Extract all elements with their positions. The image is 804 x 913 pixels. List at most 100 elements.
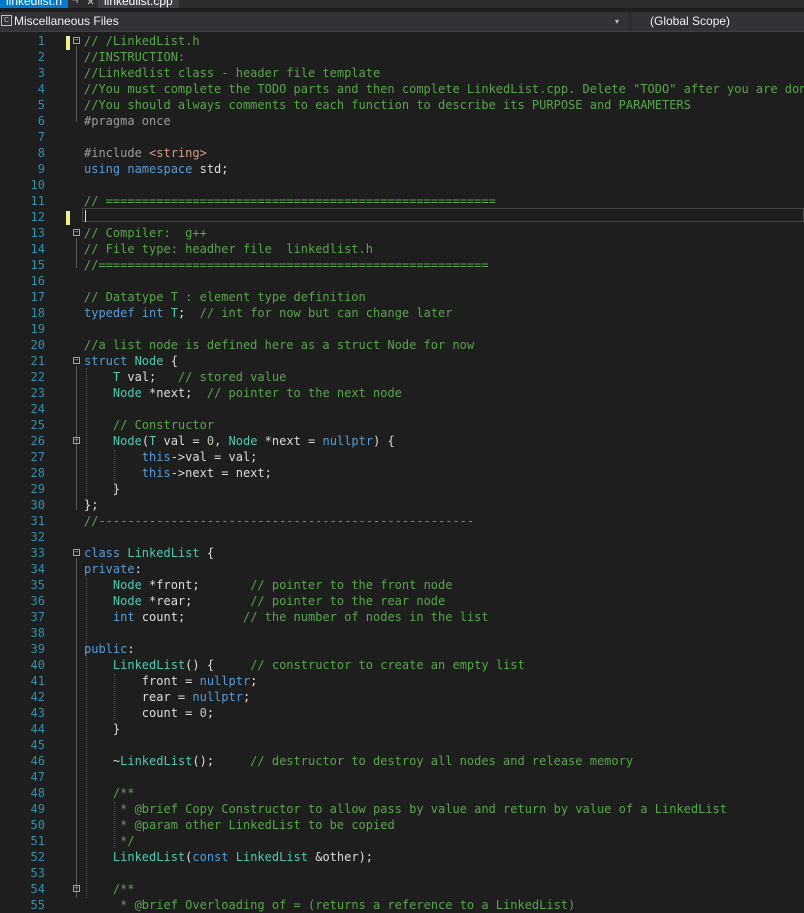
code-line[interactable]: 14 // File type: headher file linkedlist.…: [0, 241, 804, 257]
code-token: #pragma once: [84, 114, 171, 128]
code-line[interactable]: 36 Node *rear; // pointer to the rear no…: [0, 593, 804, 609]
code-line[interactable]: 16: [0, 273, 804, 289]
code-line[interactable]: 37 int count; // the number of nodes in …: [0, 609, 804, 625]
code-line[interactable]: 46 ~LinkedList(); // destructor to destr…: [0, 753, 804, 769]
code-line[interactable]: 20 //a list node is defined here as a str…: [0, 337, 804, 353]
code-line[interactable]: 7: [0, 129, 804, 145]
code-line[interactable]: 1 −// /LinkedList.h: [0, 33, 804, 49]
code-line[interactable]: 31 //------------------------------------…: [0, 513, 804, 529]
code-line[interactable]: 47: [0, 769, 804, 785]
code-line[interactable]: 19: [0, 321, 804, 337]
code-line[interactable]: 2 //INSTRUCTION:: [0, 49, 804, 65]
code-token: *next;: [141, 386, 207, 400]
line-number: 15: [30, 258, 45, 272]
code-token: // pointer to the front node: [250, 578, 453, 592]
code-line[interactable]: 8 #include <string>: [0, 145, 804, 161]
code-line[interactable]: 29 }: [0, 481, 804, 497]
code-line[interactable]: 24: [0, 401, 804, 417]
tab-linkedlist-cpp[interactable]: linkedlist.cpp: [98, 0, 179, 8]
code-line[interactable]: 6 #pragma once: [0, 113, 804, 129]
code-text: this->val = val;: [84, 449, 258, 465]
project-dropdown[interactable]: C Miscellaneous Files ▾: [0, 12, 628, 31]
code-line[interactable]: 55 * @brief Overloading of = (returns a …: [0, 897, 804, 913]
code-token: ;: [250, 674, 258, 688]
code-token: this: [141, 450, 171, 464]
code-token: LinkedList: [112, 850, 186, 864]
code-text: // Constructor: [84, 417, 214, 433]
code-line[interactable]: 38: [0, 625, 804, 641]
code-token: // pointer to the rear node: [250, 594, 446, 608]
code-line[interactable]: 32: [0, 529, 804, 545]
code-line[interactable]: 30};: [0, 497, 804, 513]
code-line[interactable]: 34 private:: [0, 561, 804, 577]
pin-icon[interactable]: ⊣: [72, 0, 78, 6]
tab-linkedlist-h[interactable]: linkedlist.h: [0, 0, 69, 8]
code-token: //INSTRUCTION:: [84, 50, 186, 64]
code-line[interactable]: 22 T val; // stored value: [0, 369, 804, 385]
code-line[interactable]: 11 // ===================================…: [0, 193, 804, 209]
code-line[interactable]: 50 * @param other LinkedList to be copie…: [0, 817, 804, 833]
code-line[interactable]: 27 this->val = val;: [0, 449, 804, 465]
code-text: front = nullptr;: [84, 673, 258, 689]
code-token: Node: [134, 354, 164, 368]
collapse-icon[interactable]: −: [73, 229, 80, 236]
code-token: LinkedList: [235, 850, 308, 864]
collapse-icon[interactable]: −: [73, 37, 80, 44]
code-token: T: [170, 306, 178, 320]
code-line[interactable]: 51 */: [0, 833, 804, 849]
code-line[interactable]: 43 count = 0;: [0, 705, 804, 721]
collapse-icon[interactable]: −: [73, 357, 80, 364]
collapse-icon[interactable]: −: [73, 549, 80, 556]
scope-dropdown[interactable]: (Global Scope): [632, 12, 804, 31]
code-line[interactable]: 45: [0, 737, 804, 753]
code-line[interactable]: 18 typedef int T; // int for now but can …: [0, 305, 804, 321]
code-text: // Compiler: g++: [84, 225, 207, 241]
code-line[interactable]: 33 − class LinkedList {: [0, 545, 804, 561]
line-number: 28: [30, 466, 45, 480]
code-line[interactable]: 23 Node *next; // pointer to the next no…: [0, 385, 804, 401]
code-line[interactable]: 25 // Constructor: [0, 417, 804, 433]
code-line[interactable]: 35 Node *front; // pointer to the front …: [0, 577, 804, 593]
code-line[interactable]: 3 //Linkedlist class - header file templa…: [0, 65, 804, 81]
line-number: 12: [30, 210, 45, 224]
collapse-icon[interactable]: −: [73, 437, 80, 444]
code-line[interactable]: 44 }: [0, 721, 804, 737]
code-line[interactable]: 28 this->next = next;: [0, 465, 804, 481]
code-line[interactable]: 39 public:: [0, 641, 804, 657]
collapse-icon[interactable]: −: [73, 885, 80, 892]
code-text: /**: [84, 881, 135, 897]
chevron-down-icon[interactable]: ▾: [615, 12, 619, 31]
code-line[interactable]: 4 //You must complete the TODO parts and …: [0, 81, 804, 97]
code-line[interactable]: 26 − Node(T val = 0, Node *next = nullptr…: [0, 433, 804, 449]
code-token: //You should always comments to each fun…: [84, 98, 691, 112]
code-text: //Linkedlist class - header file templat…: [84, 65, 380, 81]
code-token: // Constructor: [112, 418, 215, 432]
code-line[interactable]: 54 − /**: [0, 881, 804, 897]
code-line[interactable]: 10: [0, 177, 804, 193]
code-line[interactable]: 53: [0, 865, 804, 881]
line-number: 5: [37, 98, 45, 112]
code-line[interactable]: 40 LinkedList() { // constructor to crea…: [0, 657, 804, 673]
code-line[interactable]: 17 // Datatype T : element type definitio…: [0, 289, 804, 305]
code-line[interactable]: 41 front = nullptr;: [0, 673, 804, 689]
code-line[interactable]: 21 − struct Node {: [0, 353, 804, 369]
code-editor[interactable]: 1−// /LinkedList.h 2//INSTRUCTION: 3//Link…: [0, 32, 804, 912]
line-number: 36: [30, 594, 45, 608]
code-line[interactable]: 48 /**: [0, 785, 804, 801]
code-line[interactable]: 42 rear = nullptr;: [0, 689, 804, 705]
code-token: ->val = val;: [170, 450, 258, 464]
code-line[interactable]: 5 //You should always comments to each fu…: [0, 97, 804, 113]
code-line[interactable]: 13 −// Compiler: g++: [0, 225, 804, 241]
code-line[interactable]: 12: [0, 209, 804, 225]
code-line[interactable]: 49 * @brief Copy Constructor to allow pa…: [0, 801, 804, 817]
code-token: ->next = next;: [170, 466, 272, 480]
code-text: };: [84, 497, 98, 513]
close-icon[interactable]: ✕: [87, 0, 94, 8]
code-line[interactable]: 9 using namespace std;: [0, 161, 804, 177]
code-line[interactable]: 15 //====================================…: [0, 257, 804, 273]
code-line[interactable]: 52 LinkedList(const LinkedList &other);: [0, 849, 804, 865]
code-token: nullptr: [322, 434, 374, 448]
